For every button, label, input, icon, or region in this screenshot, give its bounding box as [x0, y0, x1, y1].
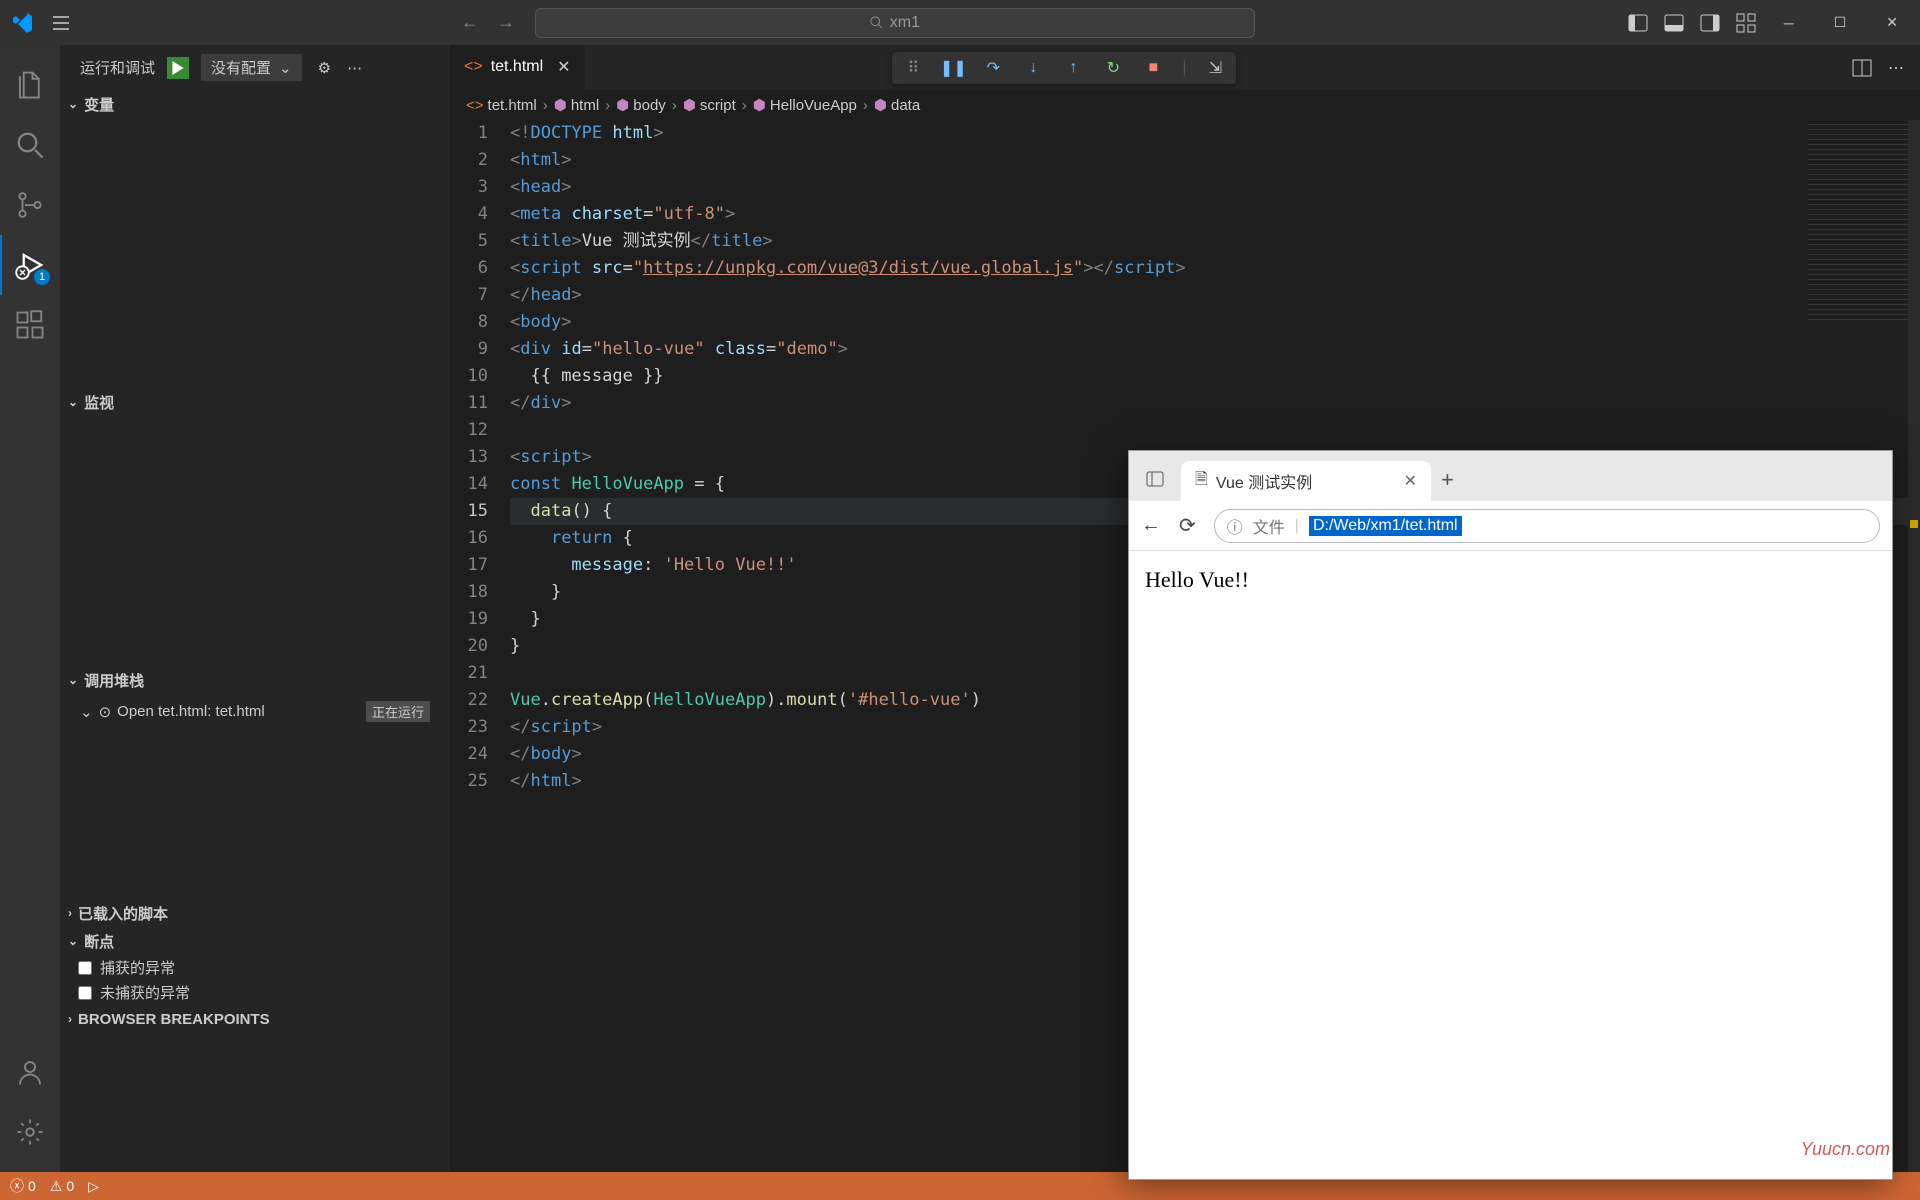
overview-ruler-mark — [1910, 520, 1918, 528]
debug-badge: 1 — [34, 269, 50, 285]
start-debug-button[interactable] — [167, 57, 189, 79]
window-maximize-icon[interactable]: ☐ — [1822, 14, 1859, 31]
callstack-section-header[interactable]: ⌄ 调用堆栈 — [60, 666, 450, 694]
chevron-right-icon: › — [68, 906, 72, 920]
activity-extensions-icon[interactable] — [0, 295, 60, 355]
loaded-scripts-section-header[interactable]: › 已载入的脚本 — [60, 899, 450, 927]
symbol-icon: ⬢ — [554, 96, 567, 114]
symbol-icon: ⬢ — [874, 96, 887, 114]
breakpoint-caught[interactable]: 捕获的异常 — [60, 955, 450, 980]
tab-close-icon[interactable]: ✕ — [557, 57, 570, 77]
chevron-down-icon: ⌄ — [68, 934, 78, 948]
breakpoints-section-header[interactable]: ⌄ 断点 — [60, 927, 450, 955]
layout-left-icon[interactable] — [1628, 13, 1648, 33]
address-url: D:/Web/xm1/tet.html — [1309, 516, 1462, 536]
search-text: xm1 — [890, 14, 920, 32]
browser-breakpoints-section-header[interactable]: › BROWSER BREAKPOINTS — [60, 1005, 450, 1033]
chevron-down-icon: ⌄ — [68, 97, 78, 111]
browser-window: 🗎 Vue 测试实例 ✕ + ← ⟳ ⓘ 文件 | D:/Web/xm1/tet… — [1128, 450, 1893, 1180]
debug-step-over-icon[interactable]: ↷ — [982, 57, 1004, 79]
debug-restart-icon[interactable]: ↻ — [1102, 57, 1124, 79]
breakpoint-checkbox[interactable] — [78, 986, 92, 1000]
debug-drag-handle-icon[interactable]: ⠿ — [902, 57, 924, 79]
tab-tet-html[interactable]: <> tet.html ✕ — [450, 45, 585, 90]
watch-section-header[interactable]: ⌄ 监视 — [60, 388, 450, 416]
browser-refresh-icon[interactable]: ⟳ — [1179, 513, 1196, 538]
status-debug-icon[interactable]: ▷ — [88, 1178, 99, 1195]
page-icon: 🗎 — [1195, 468, 1208, 495]
activity-bar: 1 — [0, 45, 60, 1172]
symbol-icon: ⬢ — [753, 96, 766, 114]
activity-explorer-icon[interactable] — [0, 55, 60, 115]
search-icon — [870, 16, 884, 30]
chevron-down-icon: ⌄ — [80, 703, 93, 721]
callstack-item[interactable]: ⌄ ⊙ Open tet.html: tet.html 正在运行 — [76, 698, 434, 725]
debug-more-icon[interactable]: ⋯ — [347, 59, 362, 77]
symbol-icon: ⬢ — [616, 96, 629, 114]
address-bar[interactable]: ⓘ 文件 | D:/Web/xm1/tet.html — [1214, 509, 1880, 543]
window-minimize-icon[interactable]: ─ — [1772, 15, 1806, 31]
editor-more-icon[interactable]: ⋯ — [1888, 58, 1904, 78]
browser-viewport: Hello Vue!! — [1129, 551, 1892, 1179]
debug-sidebar: 运行和调试 没有配置 ⌄ ⚙ ⋯ ⌄ 变量 ⌄ 监视 ⌄ 调用堆栈 ⌄ — [60, 45, 450, 1172]
status-errors[interactable]: ⓧ 0 — [10, 1176, 36, 1196]
html-file-icon: <> — [466, 97, 484, 114]
html-file-icon: <> — [464, 58, 483, 76]
chevron-right-icon: › — [68, 1012, 72, 1026]
nav-forward-icon[interactable]: → — [497, 12, 515, 33]
browser-sidebar-icon[interactable] — [1139, 463, 1171, 495]
debug-step-into-icon[interactable]: ↓ — [1022, 57, 1044, 79]
variables-section-header[interactable]: ⌄ 变量 — [60, 90, 450, 118]
debug-pause-icon[interactable]: ❚❚ — [942, 57, 964, 79]
info-icon[interactable]: ⓘ — [1227, 514, 1243, 538]
chevron-down-icon: ⌄ — [68, 673, 78, 687]
layout-bottom-icon[interactable] — [1664, 13, 1684, 33]
symbol-icon: ⬢ — [683, 96, 696, 114]
debug-stop-icon[interactable]: ■ — [1142, 57, 1164, 79]
scrollbar[interactable] — [1908, 120, 1920, 1172]
run-debug-label: 运行和调试 — [80, 57, 155, 78]
layout-right-icon[interactable] — [1700, 13, 1720, 33]
page-content: Hello Vue!! — [1145, 567, 1249, 592]
chevron-down-icon: ⌄ — [279, 59, 292, 77]
activity-source-control-icon[interactable] — [0, 175, 60, 235]
watermark: Yuucn.com — [1801, 1139, 1890, 1160]
browser-back-icon[interactable]: ← — [1141, 514, 1161, 537]
split-editor-icon[interactable] — [1852, 58, 1872, 78]
new-tab-icon[interactable]: + — [1441, 467, 1454, 493]
minimap[interactable] — [1808, 120, 1908, 320]
breakpoint-uncaught[interactable]: 未捕获的异常 — [60, 980, 450, 1005]
debug-step-out-icon[interactable]: ↑ — [1062, 57, 1084, 79]
browser-tabstrip: 🗎 Vue 测试实例 ✕ + — [1129, 451, 1892, 501]
layout-customize-icon[interactable] — [1736, 13, 1756, 33]
chevron-down-icon: ⌄ — [68, 395, 78, 409]
breakpoint-checkbox[interactable] — [78, 961, 92, 975]
window-close-icon[interactable]: ✕ — [1874, 14, 1910, 31]
debug-header: 运行和调试 没有配置 ⌄ ⚙ ⋯ — [60, 45, 450, 90]
nav-back-icon[interactable]: ← — [461, 12, 479, 33]
activity-search-icon[interactable] — [0, 115, 60, 175]
debug-config-gear-icon[interactable]: ⚙ — [318, 59, 331, 77]
editor-tabs: <> tet.html ✕ ⠿ ❚❚ ↷ ↓ ↑ ↻ ■ | ⇲ ⋯ — [450, 45, 1920, 90]
debug-target-icon: ⊙ — [99, 703, 112, 721]
hamburger-menu-icon[interactable] — [52, 14, 70, 32]
activity-account-icon[interactable] — [0, 1042, 60, 1102]
line-gutter: 1234567891011121314151617181920212223242… — [450, 120, 510, 1172]
tab-close-icon[interactable]: ✕ — [1404, 471, 1417, 491]
activity-debug-icon[interactable]: 1 — [0, 235, 60, 295]
debug-console-icon[interactable]: ⇲ — [1204, 57, 1226, 79]
command-center-search[interactable]: xm1 — [535, 8, 1255, 38]
title-bar: ← → xm1 ─ ☐ ✕ — [0, 0, 1920, 45]
activity-settings-icon[interactable] — [0, 1102, 60, 1162]
callstack-status-badge: 正在运行 — [366, 701, 430, 722]
status-warnings[interactable]: ⚠ 0 — [50, 1178, 74, 1195]
debug-config-select[interactable]: 没有配置 ⌄ — [201, 54, 302, 81]
breadcrumbs[interactable]: <> tet.html › ⬢ html › ⬢ body › ⬢ script… — [450, 90, 1920, 120]
vscode-logo-icon — [10, 11, 52, 35]
browser-toolbar: ← ⟳ ⓘ 文件 | D:/Web/xm1/tet.html — [1129, 501, 1892, 551]
debug-toolbar: ⠿ ❚❚ ↷ ↓ ↑ ↻ ■ | ⇲ — [892, 52, 1236, 84]
browser-tab[interactable]: 🗎 Vue 测试实例 ✕ — [1181, 461, 1431, 501]
